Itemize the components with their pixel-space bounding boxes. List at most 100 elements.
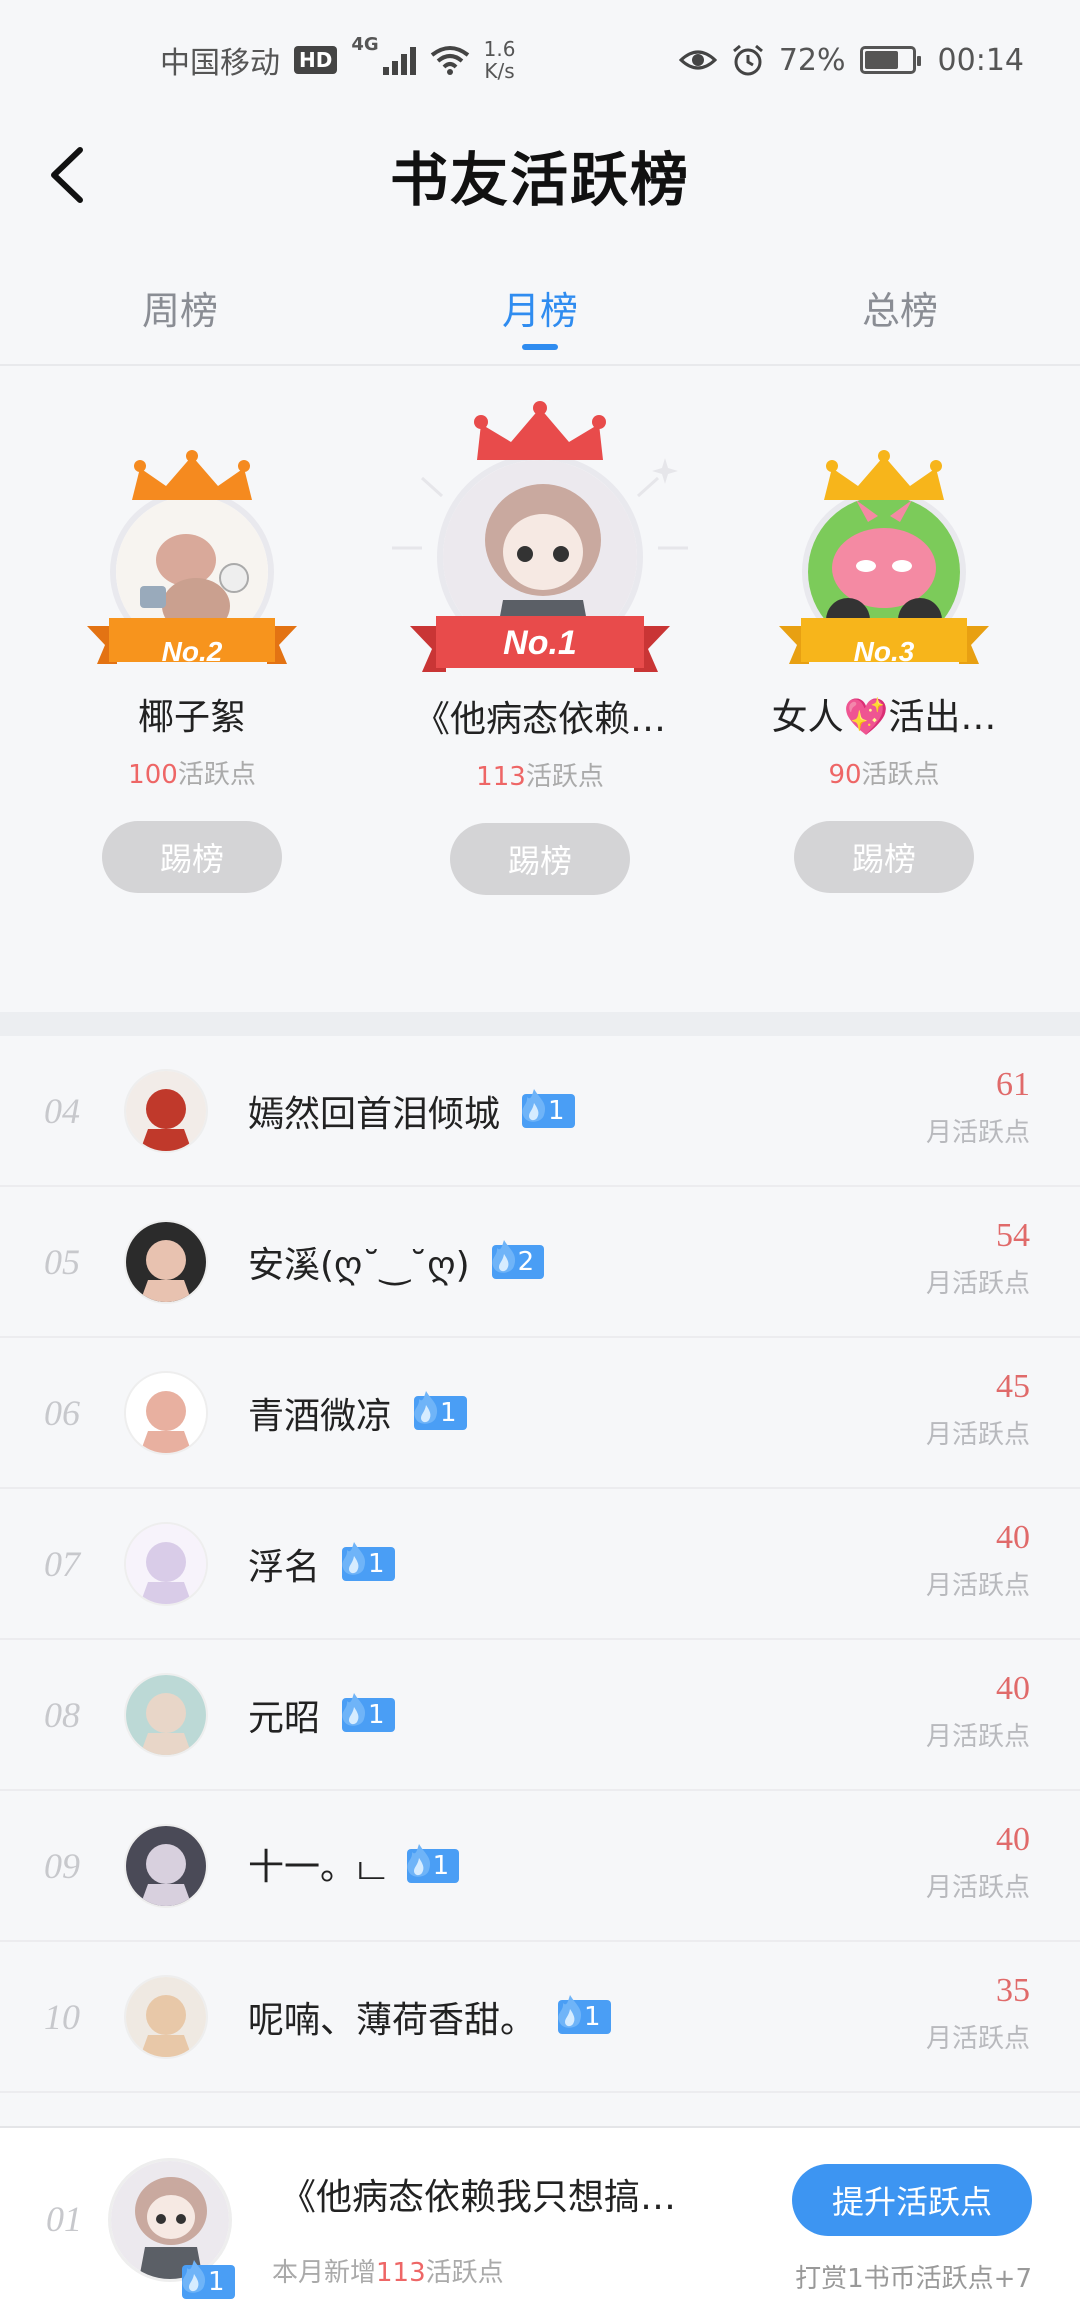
points-block: 45 月活跃点 xyxy=(926,1368,1030,1451)
rank-label: No.2 xyxy=(161,636,223,667)
points-value: 61 xyxy=(996,1066,1030,1103)
points-label: 月活跃点 xyxy=(925,1269,1030,1299)
points-value: 54 xyxy=(996,1217,1030,1254)
battery-fill xyxy=(864,51,898,69)
points-value: 40 xyxy=(996,1670,1030,1707)
my-name: 《他病态依赖我只想搞… xyxy=(280,2177,677,2218)
tab-monthly[interactable]: 月榜 xyxy=(360,260,720,364)
top-name: 《他病态依赖… xyxy=(413,699,666,740)
table-row[interactable]: 07 浮名 1 40 月活跃点 xyxy=(0,1489,1080,1640)
avatar[interactable] xyxy=(124,1370,208,1455)
points-label: 月活跃点 xyxy=(925,1118,1030,1148)
rank-number: 07 xyxy=(44,1543,80,1584)
points-label: 月活跃点 xyxy=(925,1722,1030,1752)
top-card-rank-2: No.2 椰子絮 100活跃点 踢榜 xyxy=(87,450,297,893)
level-badge: 1 xyxy=(414,1390,467,1431)
my-monthly-points: 本月新增113活跃点 xyxy=(272,2252,504,2289)
table-row[interactable]: 04 嫣然回首泪倾城 1 61 月活跃点 xyxy=(0,1036,1080,1187)
top-points: 100活跃点 xyxy=(128,754,256,791)
points-suffix: 活跃点 xyxy=(861,760,940,790)
kick-button[interactable]: 踢榜 xyxy=(102,821,282,893)
hd-badge: HD xyxy=(294,46,338,74)
points-suffix: 活跃点 xyxy=(525,762,604,792)
chevron-left-icon xyxy=(51,147,83,203)
network-label: 4G xyxy=(351,34,379,55)
level-badge: 1 xyxy=(558,1994,611,2035)
points-value: 35 xyxy=(996,1972,1030,2009)
speed-value: 1.6 xyxy=(483,37,516,61)
avatar[interactable] xyxy=(124,1521,208,1606)
sub-points: 113 xyxy=(376,2258,426,2288)
table-row[interactable]: 05 安溪(ღ˘‿˘ღ) 2 54 月活跃点 xyxy=(0,1187,1080,1338)
clock: 00:14 xyxy=(937,42,1024,78)
flame-icon xyxy=(342,1692,366,1726)
page-title: 书友活跃榜 xyxy=(389,146,690,214)
table-row[interactable]: 10 呢喃、薄荷香甜。 1 35 月活跃点 xyxy=(0,1942,1080,2093)
flame-icon xyxy=(558,1994,582,2028)
points-value: 113 xyxy=(476,762,526,792)
user-name: 安溪(ღ˘‿˘ღ) xyxy=(248,1244,470,1286)
points-block: 54 月活跃点 xyxy=(926,1217,1030,1300)
alarm-icon xyxy=(732,44,763,76)
points-suffix: 活跃点 xyxy=(177,760,256,790)
level-badge: 1 xyxy=(406,1843,460,1884)
rank-label: No.1 xyxy=(503,624,577,662)
points-label: 月活跃点 xyxy=(925,1420,1030,1450)
top-three-podium: No.2 椰子絮 100活跃点 踢榜 No.1 《他病态依赖… 113活跃点 踢… xyxy=(0,368,1080,1008)
my-rank-bar: 01 1 《他病态依赖我只想搞… 本月新增113活跃点 提升活跃点 打赏1书币活… xyxy=(0,2126,1080,2310)
tab-bar: 周榜 月榜 总榜 xyxy=(0,260,1080,366)
avatar[interactable] xyxy=(124,1823,208,1908)
rank-number: 08 xyxy=(44,1694,80,1735)
top-points: 90活跃点 xyxy=(828,754,939,791)
status-right: 72% 00:14 xyxy=(678,42,1024,78)
points-label: 月活跃点 xyxy=(925,1571,1030,1601)
crown-icon xyxy=(824,450,944,500)
crown-icon xyxy=(474,401,606,460)
user-name: 呢喃、薄荷香甜。 xyxy=(248,1999,537,2041)
section-divider xyxy=(0,1012,1080,1036)
flame-icon xyxy=(522,1088,546,1122)
points-block: 35 月活跃点 xyxy=(926,1972,1030,2055)
avatar[interactable] xyxy=(124,1672,208,1757)
top-card-rank-1: No.1 《他病态依赖… 113活跃点 踢榜 xyxy=(392,401,688,895)
tab-label: 总榜 xyxy=(861,289,938,333)
level-badge: 1 xyxy=(342,1692,395,1733)
sub-prefix: 本月新增 xyxy=(272,2258,377,2288)
reward-tip: 打赏1书币活跃点+7 xyxy=(795,2264,1032,2294)
table-row[interactable]: 09 十一。ட 1 40 月活跃点 xyxy=(0,1791,1080,1942)
kick-button[interactable]: 踢榜 xyxy=(450,823,630,895)
rank-number: 10 xyxy=(44,1996,80,2037)
level-badge: 1 xyxy=(342,1541,395,1582)
network-speed: 1.6 K/s xyxy=(484,38,516,82)
points-block: 40 月活跃点 xyxy=(926,1519,1030,1602)
table-row[interactable]: 06 青酒微凉 1 45 月活跃点 xyxy=(0,1338,1080,1489)
rank-number: 09 xyxy=(44,1845,80,1886)
tab-total[interactable]: 总榜 xyxy=(720,260,1080,364)
tab-weekly[interactable]: 周榜 xyxy=(0,260,360,364)
kick-button[interactable]: 踢榜 xyxy=(794,821,974,893)
rank-number: 05 xyxy=(44,1241,80,1282)
avatar[interactable] xyxy=(124,1068,208,1153)
back-button[interactable] xyxy=(36,140,106,210)
flame-icon xyxy=(406,1843,430,1877)
points-value: 100 xyxy=(128,760,178,790)
user-name: 浮名 xyxy=(248,1546,321,1588)
flame-icon xyxy=(414,1390,438,1424)
carrier-label: 中国移动 xyxy=(160,46,280,81)
table-row[interactable]: 08 元昭 1 40 月活跃点 xyxy=(0,1640,1080,1791)
flame-icon xyxy=(491,1239,515,1273)
flame-icon xyxy=(182,2260,206,2293)
top-name: 女人💖活出… xyxy=(771,697,997,738)
flame-icon xyxy=(342,1541,366,1575)
avatar[interactable] xyxy=(124,1974,208,2059)
user-name: 十一。ட xyxy=(248,1847,385,1888)
top-name: 椰子絮 xyxy=(137,697,246,738)
boost-activity-button[interactable]: 提升活跃点 xyxy=(792,2164,1032,2236)
avatar[interactable] xyxy=(124,1219,208,1304)
crown-icon xyxy=(132,450,252,500)
points-value: 40 xyxy=(996,1821,1030,1858)
tab-label: 月榜 xyxy=(501,289,578,333)
rank-number: 06 xyxy=(44,1392,80,1433)
points-value: 45 xyxy=(996,1368,1030,1405)
sub-suffix: 活跃点 xyxy=(425,2258,504,2288)
